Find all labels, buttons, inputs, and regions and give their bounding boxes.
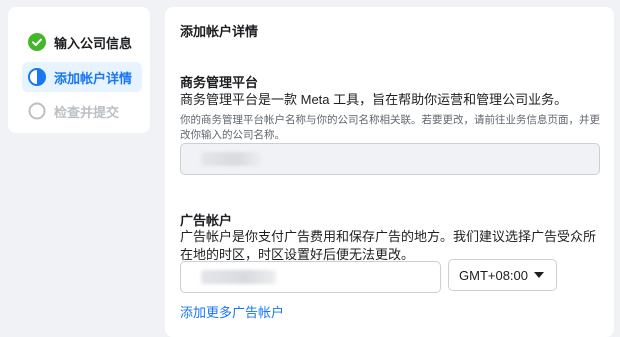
empty-circle-icon	[28, 102, 46, 120]
ad-account-heading: 广告帐户	[180, 213, 233, 228]
business-manager-description: 商务管理平台是一款 Meta 工具，旨在帮助你运营和管理公司业务。	[180, 92, 568, 107]
timezone-value: GMT+08:00	[459, 267, 529, 283]
redacted-value	[201, 152, 261, 166]
redacted-value	[201, 270, 276, 284]
ad-account-name-input[interactable]	[180, 261, 441, 293]
add-more-ad-accounts-link[interactable]: 添加更多广告帐户	[180, 302, 284, 321]
page-title: 添加帐户详情	[180, 24, 259, 39]
timezone-select[interactable]: GMT+08:00	[448, 259, 557, 291]
step-label: 输入公司信息	[54, 35, 133, 51]
check-circle-icon	[28, 33, 46, 51]
step-label: 添加帐户详情	[54, 70, 133, 86]
step-account-details[interactable]: 添加帐户详情	[22, 62, 142, 92]
business-manager-note: 你的商务管理平台帐户名称与你的公司名称相关联。若要更改，请前往业务信息页面，并更…	[180, 114, 600, 141]
progress-steps-panel: 输入公司信息 添加帐户详情 检查并提交	[8, 7, 150, 133]
step-review-submit: 检查并提交	[22, 96, 142, 126]
business-manager-heading: 商务管理平台	[180, 75, 259, 90]
business-manager-name-field	[180, 143, 600, 175]
step-company-info[interactable]: 输入公司信息	[22, 27, 142, 57]
caret-down-icon	[534, 272, 544, 278]
half-circle-icon	[28, 68, 46, 86]
account-details-card: 添加帐户详情 商务管理平台 商务管理平台是一款 Meta 工具，旨在帮助你运营和…	[165, 7, 614, 337]
step-label: 检查并提交	[54, 104, 120, 120]
